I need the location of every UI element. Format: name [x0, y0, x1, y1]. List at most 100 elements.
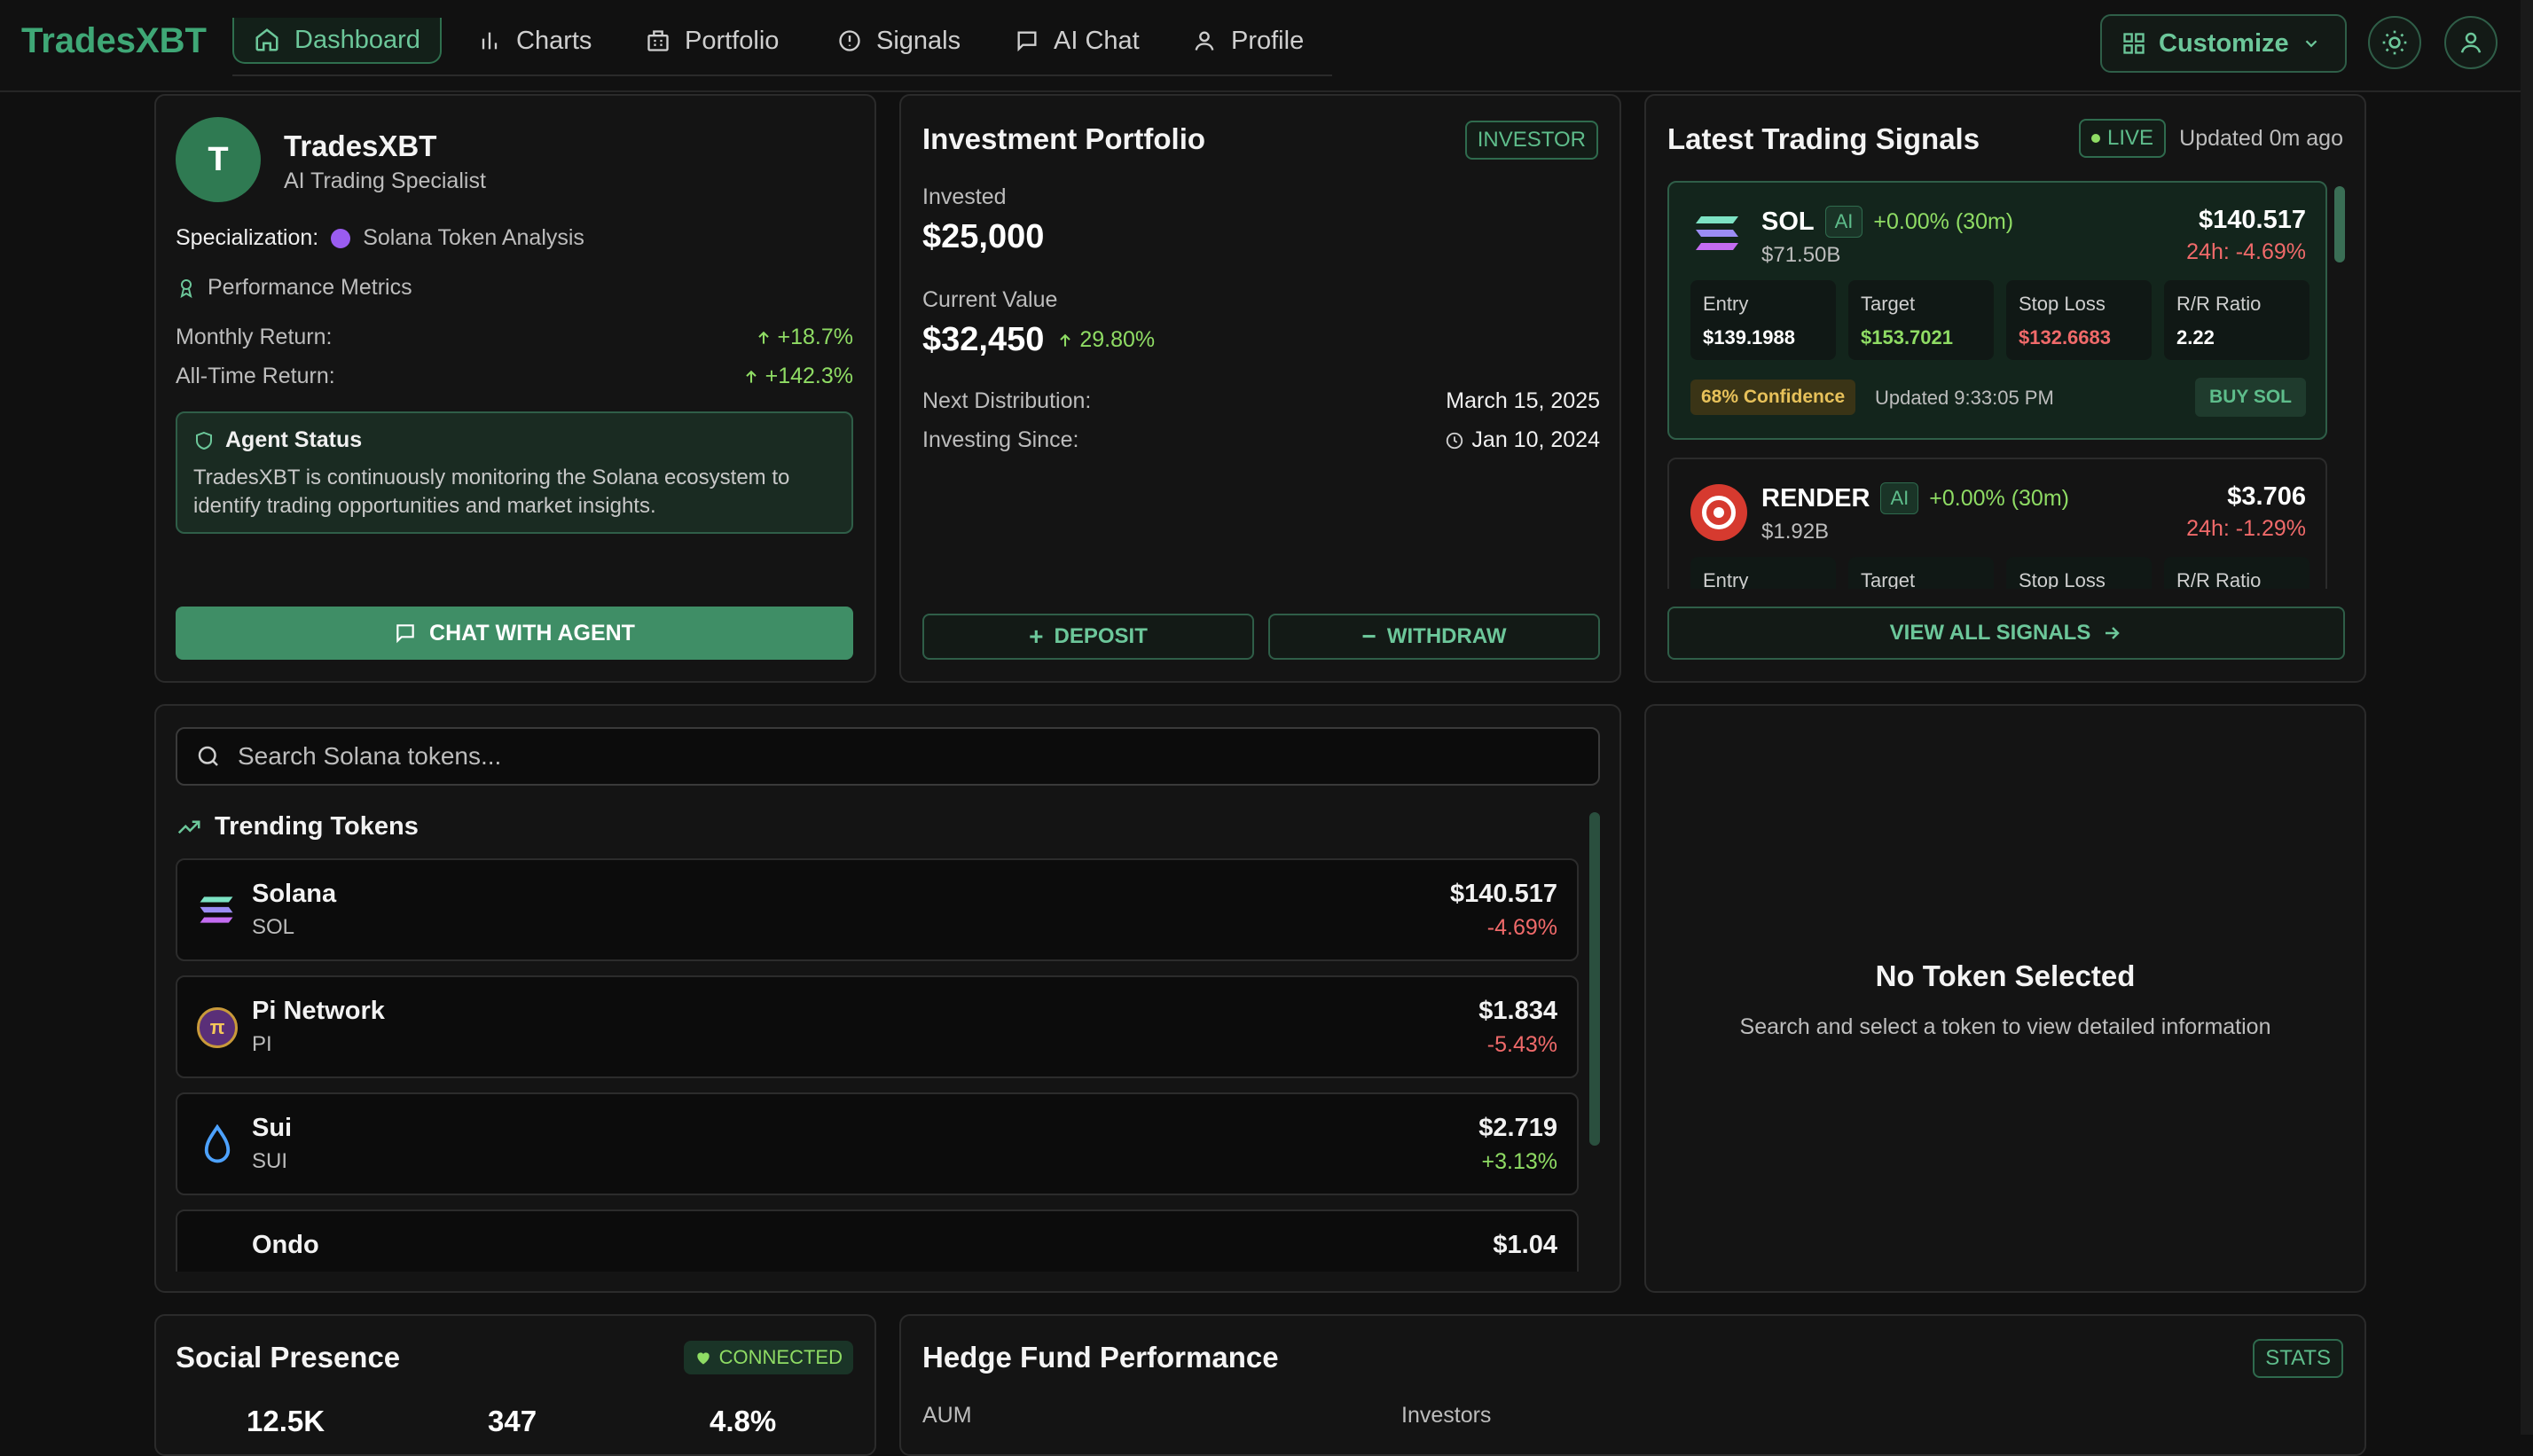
- investing-since-label: Investing Since:: [922, 427, 1079, 452]
- monthly-return-label: Monthly Return:: [176, 325, 333, 349]
- user-icon: [1195, 31, 1214, 51]
- investing-since-wrap: Jan 10, 2024: [1445, 427, 1600, 453]
- chat-icon: [1017, 31, 1037, 52]
- avatar: T: [176, 117, 261, 202]
- next-distribution-label: Next Distribution:: [922, 388, 1092, 413]
- signals-list: SOL AI +0.00% (30m) $71.50B $140.517 24h…: [1667, 181, 2327, 589]
- token-row-sui[interactable]: Sui SUI $2.719 +3.13%: [176, 1092, 1579, 1195]
- token-list-scrollbar[interactable]: [1589, 812, 1600, 1146]
- theme-toggle-button[interactable]: [2368, 16, 2421, 69]
- investor-badge: INVESTOR: [1464, 121, 1598, 160]
- clock-icon: [1447, 432, 1463, 449]
- solana-logo-icon: [200, 896, 233, 923]
- arrow-right-icon: [2106, 627, 2121, 639]
- app-logo[interactable]: TradesXBT: [21, 21, 207, 61]
- signal-render-ai-badge: AI: [1880, 482, 1919, 514]
- stoploss-label: Stop Loss: [2019, 293, 2106, 315]
- alltime-return-row: All-Time Return: +142.3%: [176, 364, 853, 389]
- hedge-title: Hedge Fund Performance: [922, 1341, 1279, 1374]
- chat-icon: [396, 624, 414, 644]
- live-dot-icon: [2091, 134, 2100, 143]
- alert-circle-icon: [839, 30, 860, 51]
- investment-portfolio-card: Investment Portfolio INVESTOR Invested $…: [899, 94, 1621, 683]
- token-row-pi-network[interactable]: π Pi Network PI $1.834 -5.43%: [176, 975, 1579, 1078]
- agent-status-text: TradesXBT is continuously monitoring the…: [193, 466, 790, 518]
- signal-sol-rr: R/R Ratio 2.22: [2164, 280, 2310, 360]
- buy-sol-button[interactable]: BUY SOL: [2195, 378, 2306, 417]
- page-scrollbar[interactable]: [2521, 0, 2533, 1435]
- chat-with-agent-button[interactable]: CHAT WITH AGENT: [176, 607, 853, 660]
- trading-signals-card: Latest Trading Signals LIVE Updated 0m a…: [1644, 94, 2366, 683]
- withdraw-button[interactable]: − WITHDRAW: [1268, 614, 1600, 660]
- current-value: $32,450: [922, 321, 1045, 358]
- target-label: Target: [1861, 569, 1916, 589]
- award-icon: [180, 278, 192, 298]
- top-navigation-bar: TradesXBT Dashboard Charts Portfolio Sig…: [0, 0, 2533, 92]
- token-row-solana[interactable]: Solana SOL $140.517 -4.69%: [176, 858, 1579, 961]
- signal-sol-header: SOL AI +0.00% (30m): [1761, 206, 2013, 238]
- token-change: +3.13%: [1481, 1149, 1558, 1174]
- invested-label: Invested: [922, 184, 1007, 209]
- signal-render-price: $3.706: [2227, 482, 2306, 511]
- rr-label: R/R Ratio: [2176, 569, 2262, 589]
- rr-label: R/R Ratio: [2176, 293, 2262, 315]
- investing-since-row: Investing Since: Jan 10, 2024: [922, 427, 1600, 453]
- pi-network-logo-icon: π: [197, 1007, 238, 1048]
- arrow-up-icon: [1060, 333, 1071, 347]
- token-name: Solana: [252, 880, 337, 908]
- token-row-ondo[interactable]: Ondo $1.04: [176, 1209, 1579, 1272]
- token-symbol: SOL: [252, 915, 295, 939]
- specialization-label: Specialization:: [176, 225, 319, 250]
- target-value: $153.7021: [1861, 326, 1953, 348]
- stoploss-value: $132.6683: [2019, 326, 2111, 348]
- customize-button[interactable]: Customize: [2100, 14, 2347, 73]
- agent-card: T TradesXBT AI Trading Specialist Specia…: [154, 94, 876, 683]
- aum-label: AUM: [922, 1403, 972, 1428]
- rr-value: 2.22: [2176, 326, 2215, 348]
- investors-label: Investors: [1401, 1403, 1492, 1428]
- social-stat-engagement: 4.8%: [710, 1405, 777, 1437]
- alltime-return-value-wrap: +142.3%: [742, 364, 853, 389]
- minus-icon: −: [1361, 622, 1376, 650]
- signal-card-sol[interactable]: SOL AI +0.00% (30m) $71.50B $140.517 24h…: [1667, 181, 2327, 440]
- tab-charts[interactable]: Charts: [458, 18, 611, 64]
- tab-dashboard[interactable]: Dashboard: [232, 18, 442, 64]
- signal-render-rr: R/R Ratio: [2164, 557, 2310, 589]
- no-token-title: No Token Selected: [1875, 959, 2136, 992]
- signal-sol-stoploss: Stop Loss $132.6683: [2006, 280, 2152, 360]
- live-badge: LIVE: [2079, 119, 2167, 158]
- current-change: 29.80%: [1079, 327, 1156, 352]
- social-title: Social Presence: [176, 1341, 401, 1374]
- heart-icon: [696, 1352, 710, 1365]
- tab-signals[interactable]: Signals: [818, 18, 980, 64]
- trending-tokens-title: Trending Tokens: [215, 812, 419, 841]
- account-button[interactable]: [2444, 16, 2498, 69]
- agent-name: TradesXBT: [284, 129, 437, 162]
- token-name: Pi Network: [252, 997, 385, 1025]
- current-value-row: $32,450 29.80%: [922, 321, 1155, 359]
- customize-label: Customize: [2159, 28, 2289, 58]
- token-price: $1.834: [1478, 997, 1557, 1025]
- tab-portfolio[interactable]: Portfolio: [626, 18, 798, 64]
- signal-render-symbol: RENDER: [1761, 483, 1870, 513]
- token-detail-card: No Token Selected Search and select a to…: [1644, 704, 2366, 1293]
- tab-signals-label: Signals: [876, 26, 961, 55]
- signal-card-render[interactable]: RENDER AI +0.00% (30m) $1.92B $3.706 24h…: [1667, 458, 2327, 589]
- tab-profile[interactable]: Profile: [1172, 18, 1323, 64]
- token-search-input[interactable]: Search Solana tokens...: [176, 727, 1600, 786]
- next-distribution-value: March 15, 2025: [1446, 388, 1600, 413]
- deposit-button[interactable]: + DEPOSIT: [922, 614, 1254, 660]
- view-all-signals-button[interactable]: VIEW ALL SIGNALS: [1667, 607, 2345, 660]
- signals-scrollbar[interactable]: [2334, 186, 2345, 262]
- home-icon: [255, 28, 278, 51]
- entry-value: $139.1988: [1703, 326, 1795, 348]
- search-icon: [198, 746, 218, 766]
- token-name: Sui: [252, 1114, 293, 1142]
- social-stat-followers: 12.5K: [247, 1405, 325, 1437]
- target-label: Target: [1861, 293, 1916, 315]
- token-price: $140.517: [1450, 880, 1557, 908]
- performance-metrics-heading: Performance Metrics: [176, 275, 412, 301]
- plus-icon: +: [1029, 622, 1044, 650]
- signal-render-change: +0.00% (30m): [1929, 485, 2069, 511]
- tab-ai-chat[interactable]: AI Chat: [995, 18, 1159, 64]
